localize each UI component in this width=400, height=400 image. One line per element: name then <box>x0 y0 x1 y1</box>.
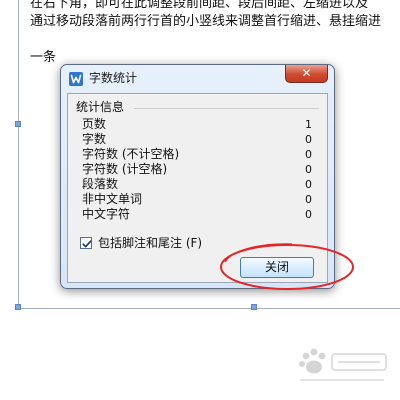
stat-label: 字符数 (不计空格) <box>82 147 180 161</box>
document-text-line-2: 通过移动段落前两行行首的小竖线来调整首行缩进、悬挂缩进 <box>30 14 382 29</box>
close-icon: ✕ <box>301 66 312 80</box>
stat-label: 页数 <box>82 117 107 131</box>
resize-handle-bottom[interactable] <box>251 304 257 310</box>
stat-row: 字符数 (计空格) 0 <box>82 162 312 177</box>
include-footnotes-checkbox[interactable] <box>80 237 92 249</box>
stat-value: 0 <box>305 193 312 206</box>
dialog-body: 统计信息 页数 1 字数 0 字符数 (不计空格) 0 字符数 (计空格) 0 <box>67 93 328 283</box>
statistics-group-title: 统计信息 <box>76 100 125 114</box>
stat-row: 页数 1 <box>82 117 312 132</box>
screen: 在右下角，即可在此调整段前间距、段后间距、左缩进以及 通过移动段落前两行行首的小… <box>0 0 400 400</box>
text-frame-bottom-border <box>18 308 400 309</box>
resize-handle-left[interactable] <box>15 121 21 127</box>
include-footnotes-label[interactable]: 包括脚注和尾注 (F) <box>98 236 202 250</box>
text-frame-left-border <box>18 0 19 308</box>
stat-row: 段落数 0 <box>82 177 312 192</box>
stat-row: 非中文单词 0 <box>82 192 312 207</box>
stat-label: 字符数 (计空格) <box>82 162 168 176</box>
stat-value: 0 <box>305 208 312 221</box>
document-text-line-3: 一条 <box>30 50 57 65</box>
document-text-line-1: 在右下角，即可在此调整段前间距、段后间距、左缩进以及 <box>30 0 369 11</box>
stat-value: 0 <box>305 133 312 146</box>
stat-row: 字符数 (不计空格) 0 <box>82 147 312 162</box>
close-dialog-button-label: 关闭 <box>264 260 289 274</box>
window-close-button[interactable]: ✕ <box>285 65 328 83</box>
stat-label: 中文字符 <box>82 207 131 221</box>
statistics-list: 页数 1 字数 0 字符数 (不计空格) 0 字符数 (计空格) 0 段落数 0… <box>82 117 312 222</box>
wps-app-icon <box>69 72 83 86</box>
stat-value: 0 <box>305 163 312 176</box>
close-dialog-button[interactable]: 关闭 <box>240 257 314 278</box>
dialog-title: 字数统计 <box>89 71 138 85</box>
stat-label: 字数 <box>82 132 107 146</box>
stat-label: 非中文单词 <box>82 192 143 206</box>
checkmark-icon <box>82 240 92 248</box>
stat-value: 0 <box>305 178 312 191</box>
stat-label: 段落数 <box>82 177 119 191</box>
word-count-dialog: 字数统计 ✕ 统计信息 页数 1 字数 0 字符数 (不计空格) 0 字符数 (… <box>60 64 335 289</box>
stat-row: 中文字符 0 <box>82 207 312 222</box>
dialog-titlebar[interactable]: 字数统计 ✕ <box>61 65 334 92</box>
stat-row: 字数 0 <box>82 132 312 147</box>
group-divider <box>134 108 319 109</box>
paw-logo-icon <box>299 348 387 381</box>
resize-handle-bottom-left[interactable] <box>15 304 21 310</box>
baidu-jingyan-watermark <box>292 346 392 388</box>
stat-value: 0 <box>305 148 312 161</box>
stat-value: 1 <box>305 118 312 131</box>
